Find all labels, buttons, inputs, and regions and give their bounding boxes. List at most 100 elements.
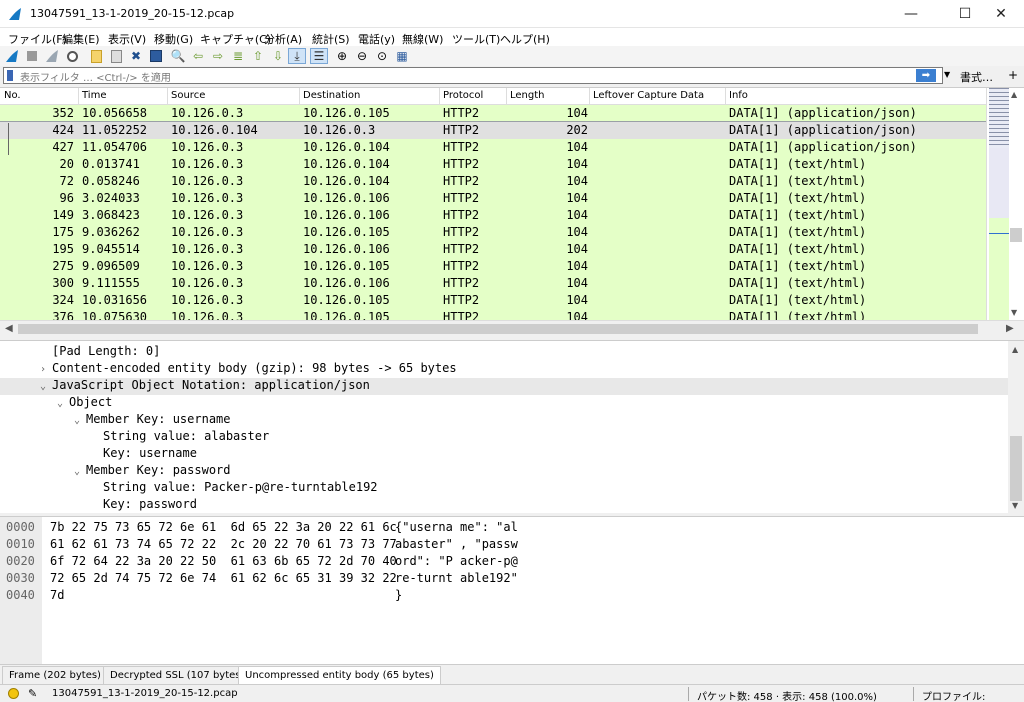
scrollbar-thumb[interactable]: [1010, 436, 1022, 501]
close-file-icon[interactable]: ✖: [128, 48, 144, 64]
packet-row[interactable]: 427 11.054706 10.126.0.3 10.126.0.104 HTTP2 1…: [0, 139, 986, 156]
chevron-down-icon[interactable]: ⌄: [57, 398, 69, 409]
zoom-out-icon[interactable]: ⊖: [354, 48, 370, 64]
autoscroll-icon[interactable]: ⤓: [288, 48, 306, 64]
capture-options-icon[interactable]: [64, 48, 80, 64]
detail-tree-item[interactable]: › Content-encoded entity body (gzip): 98 …: [40, 361, 457, 378]
detail-tree-item[interactable]: [Pad Length: 0]: [40, 344, 160, 361]
detail-tree-item[interactable]: ⌄ JavaScript Object Notation: application…: [0, 378, 1008, 395]
menu-analyze[interactable]: 分析(A): [264, 31, 302, 47]
byte-hex[interactable]: 7d: [50, 588, 64, 605]
zoom-reset-icon[interactable]: ⊙: [374, 48, 390, 64]
reload-file-icon[interactable]: [148, 48, 164, 64]
details-scrollbar[interactable]: ▲ ▼: [1008, 341, 1024, 513]
zoom-in-icon[interactable]: ⊕: [334, 48, 350, 64]
go-to-packet-icon[interactable]: ≣: [230, 48, 246, 64]
minimize-button[interactable]: —: [888, 0, 934, 28]
detail-tree-item[interactable]: Key: username: [91, 446, 197, 463]
bookmark-icon[interactable]: [7, 70, 13, 81]
save-file-icon[interactable]: [108, 48, 124, 64]
column-header-destination[interactable]: Destination: [303, 90, 360, 101]
tab-uncompressed-body[interactable]: Uncompressed entity body (65 bytes): [238, 666, 441, 684]
chevron-down-icon[interactable]: ⌄: [74, 415, 86, 426]
menu-help[interactable]: ヘルプ(H): [500, 31, 550, 47]
packet-list-scrollbar[interactable]: ▲ ▼: [986, 88, 1024, 320]
byte-hex[interactable]: 61 62 61 73 74 65 72 22 2c 20 22 70 61 7…: [50, 537, 397, 554]
packet-row[interactable]: 149 3.068423 10.126.0.3 10.126.0.106 HTTP2 10…: [0, 207, 986, 224]
first-packet-icon[interactable]: ⇧: [250, 48, 266, 64]
packet-minimap[interactable]: [989, 88, 1009, 320]
column-header-leftover[interactable]: Leftover Capture Data: [593, 90, 704, 101]
packet-row[interactable]: 72 0.058246 10.126.0.3 10.126.0.104 HTTP2 104…: [0, 173, 986, 190]
scroll-down-icon[interactable]: ▼: [1011, 308, 1017, 317]
restart-capture-icon[interactable]: [44, 48, 60, 64]
scroll-up-icon[interactable]: ▲: [1011, 90, 1017, 99]
byte-ascii[interactable]: {"userna me": "al: [395, 520, 518, 537]
menu-edit[interactable]: 編集(E): [62, 31, 100, 47]
go-forward-icon[interactable]: ⇨: [210, 48, 226, 64]
column-header-source[interactable]: Source: [171, 90, 205, 101]
scroll-right-icon[interactable]: ▶: [1006, 323, 1014, 334]
menu-tools[interactable]: ツール(T): [452, 31, 500, 47]
open-file-icon[interactable]: [88, 48, 104, 64]
packet-row[interactable]: 20 0.013741 10.126.0.3 10.126.0.104 HTTP2 104…: [0, 156, 986, 173]
byte-hex[interactable]: 6f 72 64 22 3a 20 22 50 61 63 6b 65 72 2…: [50, 554, 397, 571]
packet-row[interactable]: 195 9.045514 10.126.0.3 10.126.0.106 HTTP2 10…: [0, 241, 986, 258]
close-button[interactable]: ✕: [978, 0, 1024, 28]
hscrollbar-thumb[interactable]: [18, 324, 978, 334]
expert-info-icon[interactable]: [8, 688, 19, 699]
column-header-length[interactable]: Length: [510, 90, 545, 101]
scroll-down-icon[interactable]: ▼: [1012, 501, 1018, 510]
menu-go[interactable]: 移動(G): [154, 31, 193, 47]
go-back-icon[interactable]: ⇦: [190, 48, 206, 64]
detail-tree-item[interactable]: String value: alabaster: [91, 429, 269, 446]
packet-row[interactable]: 300 9.111555 10.126.0.3 10.126.0.106 HTTP2 10…: [0, 275, 986, 292]
byte-hex[interactable]: 7b 22 75 73 65 72 6e 61 6d 65 22 3a 20 2…: [50, 520, 397, 537]
detail-tree-item[interactable]: ⌄ Member Key: username: [74, 412, 231, 429]
arrow-right-icon[interactable]: ➡: [916, 69, 936, 82]
menu-capture[interactable]: キャプチャ(C): [200, 31, 271, 47]
column-header-time[interactable]: Time: [82, 90, 106, 101]
menu-telephony[interactable]: 電話(y): [358, 31, 395, 47]
column-header-protocol[interactable]: Protocol: [443, 90, 483, 101]
menu-file[interactable]: ファイル(F): [8, 31, 67, 47]
last-packet-icon[interactable]: ⇩: [270, 48, 286, 64]
add-filter-button[interactable]: +: [1008, 68, 1018, 82]
byte-ascii[interactable]: ord": "P acker-p@: [395, 554, 518, 571]
scroll-left-icon[interactable]: ◀: [5, 323, 13, 334]
chevron-down-icon[interactable]: ▼: [944, 70, 950, 79]
packet-row[interactable]: 424 11.052252 10.126.0.104 10.126.0.3 HTTP2 2…: [0, 121, 987, 140]
byte-hex[interactable]: 72 65 2d 74 75 72 6e 74 61 62 6c 65 31 3…: [50, 571, 397, 588]
chevron-down-icon[interactable]: ⌄: [40, 381, 52, 392]
scroll-up-icon[interactable]: ▲: [1012, 345, 1018, 354]
status-profile[interactable]: プロファイル: Default: [922, 688, 1024, 702]
display-filter-input[interactable]: 表示フィルタ … <Ctrl-/> を適用 ➡: [3, 67, 943, 84]
packet-row[interactable]: 275 9.096509 10.126.0.3 10.126.0.105 HTTP2 10…: [0, 258, 986, 275]
menu-statistics[interactable]: 統計(S): [312, 31, 350, 47]
byte-ascii[interactable]: }: [395, 588, 402, 605]
tab-frame[interactable]: Frame (202 bytes): [2, 666, 108, 684]
resize-columns-icon[interactable]: ▦: [394, 48, 410, 64]
detail-tree-item[interactable]: String value: Packer-p@re-turntable192: [91, 480, 378, 497]
packet-list-hscrollbar[interactable]: ◀ ▶: [0, 320, 1024, 336]
packet-row[interactable]: 175 9.036262 10.126.0.3 10.126.0.105 HTTP2 10…: [0, 224, 986, 241]
menu-view[interactable]: 表示(V): [108, 31, 146, 47]
find-packet-icon[interactable]: 🔍: [170, 48, 186, 64]
column-header-info[interactable]: Info: [729, 90, 748, 101]
byte-ascii[interactable]: abaster" , "passw: [395, 537, 518, 554]
column-header-no[interactable]: No.: [4, 90, 21, 101]
chevron-right-icon[interactable]: ›: [40, 364, 52, 375]
packet-row[interactable]: 96 3.024033 10.126.0.3 10.126.0.106 HTTP2 104…: [0, 190, 986, 207]
format-button[interactable]: 書式…: [960, 69, 993, 85]
packet-row[interactable]: 324 10.031656 10.126.0.3 10.126.0.105 HTTP2 1…: [0, 292, 986, 309]
start-capture-icon[interactable]: [4, 48, 20, 64]
stop-capture-icon[interactable]: [24, 48, 40, 64]
chevron-down-icon[interactable]: ⌄: [74, 466, 86, 477]
packet-row[interactable]: 352 10.056658 10.126.0.3 10.126.0.105 HTTP2 1…: [0, 105, 986, 122]
byte-ascii[interactable]: re-turnt able192": [395, 571, 518, 588]
tab-decrypted-ssl[interactable]: Decrypted SSL (107 bytes): [103, 666, 252, 684]
detail-tree-item[interactable]: ⌄ Member Key: password: [74, 463, 231, 480]
detail-tree-item[interactable]: ⌄ Object: [57, 395, 112, 412]
scrollbar-thumb[interactable]: [1010, 228, 1022, 242]
detail-tree-item[interactable]: Key: password: [91, 497, 197, 513]
